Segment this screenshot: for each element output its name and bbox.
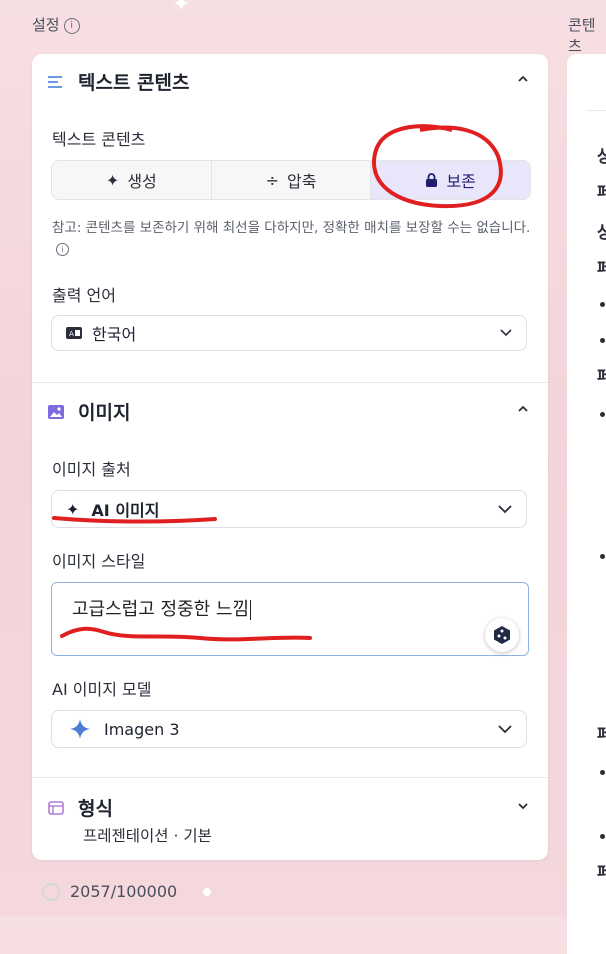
- format-section-header[interactable]: 형식: [48, 794, 113, 821]
- chevron-down-icon: [498, 725, 512, 734]
- settings-panel: 텍스트 콘텐츠 텍스트 콘텐츠 ✦ 생성 ÷ 압축 보존 참고: 콘텐츠를 보존하기…: [32, 54, 548, 860]
- content-heading: 콘텐츠: [568, 16, 596, 55]
- translate-icon: A: [66, 327, 82, 339]
- content-preview-panel: 상 페 상 페 페 페 페: [567, 54, 606, 954]
- format-summary: 프레젠테이션 · 기본: [83, 827, 212, 845]
- generate-option[interactable]: ✦ 생성: [52, 161, 212, 199]
- layout-icon: [48, 800, 64, 815]
- text-section-header[interactable]: 텍스트 콘텐츠: [48, 68, 190, 95]
- text-mode-segmented-control: ✦ 생성 ÷ 압축 보존: [51, 160, 531, 200]
- info-icon[interactable]: i: [56, 242, 69, 256]
- svg-text:A: A: [69, 330, 74, 338]
- chevron-down-icon: [498, 505, 512, 514]
- text-section-title: 텍스트 콘텐츠: [78, 72, 190, 94]
- chevron-down-icon[interactable]: [518, 801, 528, 811]
- settings-heading: 설정 i: [32, 14, 80, 35]
- image-style-input[interactable]: 고급스럽고 정중한 느낌: [51, 582, 529, 656]
- image-source-label: 이미지 출처: [52, 460, 131, 479]
- ai-image-model-select[interactable]: Imagen 3: [51, 710, 527, 748]
- progress-ring-icon: [42, 882, 60, 901]
- sparkle-decoration: ✦: [172, 0, 191, 17]
- lock-icon: [426, 172, 438, 187]
- output-language-label: 출력 언어: [52, 286, 116, 305]
- image-icon: [48, 404, 64, 419]
- chevron-up-icon[interactable]: [518, 404, 528, 414]
- chevron-up-icon[interactable]: [518, 74, 528, 84]
- preserve-note: 참고: 콘텐츠를 보존하기 위해 최선을 다하지만, 정확한 매치를 보장할 수…: [52, 220, 531, 256]
- output-language-select[interactable]: A 한국어: [51, 315, 527, 351]
- gemini-star-icon: [70, 719, 90, 739]
- sparkle-icon: ✦: [66, 499, 80, 519]
- assistant-logo-icon: [494, 626, 510, 644]
- character-counter: 2057/100000: [42, 882, 177, 901]
- image-source-select[interactable]: ✦ AI 이미지: [51, 490, 527, 528]
- divide-icon: ÷: [265, 170, 279, 190]
- sparkle-icon: ✦: [105, 170, 120, 190]
- image-section-header[interactable]: 이미지: [48, 398, 130, 425]
- condense-option[interactable]: ÷ 압축: [211, 161, 372, 199]
- image-section-title: 이미지: [78, 402, 131, 424]
- ai-image-model-label: AI 이미지 모델: [52, 680, 152, 699]
- image-style-label: 이미지 스타일: [52, 552, 146, 571]
- format-section-title: 형식: [78, 798, 113, 820]
- text-lines-icon: [48, 75, 62, 88]
- preserve-option[interactable]: 보존: [371, 161, 530, 199]
- assistant-fab[interactable]: [485, 618, 519, 652]
- text-content-label: 텍스트 콘텐츠: [52, 130, 146, 149]
- chevron-down-icon: [500, 329, 512, 337]
- info-icon[interactable]: i: [63, 17, 80, 34]
